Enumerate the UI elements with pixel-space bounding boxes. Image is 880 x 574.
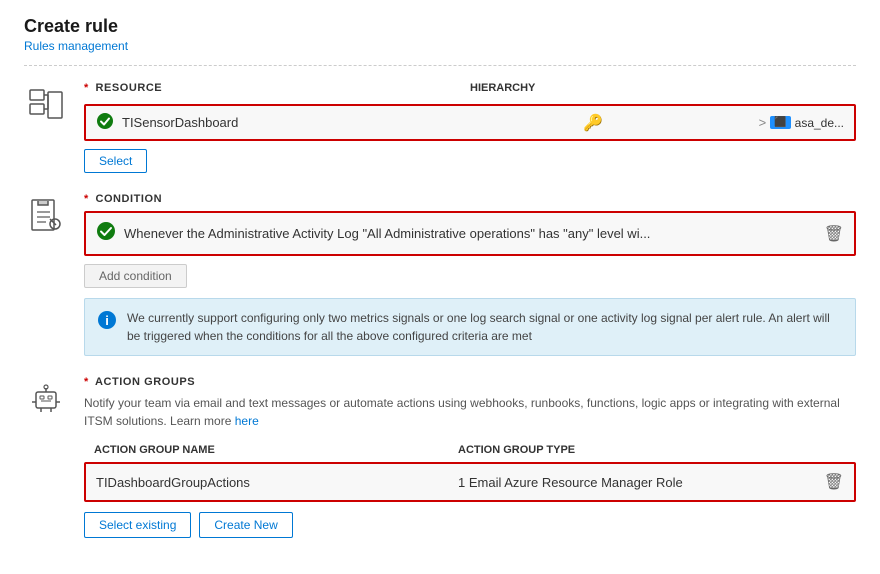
hierarchy-arrow: > bbox=[759, 115, 767, 130]
action-groups-label: * ACTION GROUPS bbox=[84, 376, 856, 388]
hierarchy-node: > ⬛ asa_de... bbox=[759, 115, 844, 130]
svg-text:i: i bbox=[105, 313, 109, 328]
resource-section: * RESOURCE HIERARCHY T bbox=[24, 82, 856, 173]
action-group-row-box: TIDashboardGroupActions 1 Email Azure Re… bbox=[84, 462, 856, 502]
condition-content: * CONDITION Whenever the Administrative … bbox=[84, 193, 856, 356]
condition-section: * CONDITION Whenever the Administrative … bbox=[24, 193, 856, 356]
condition-delete-icon[interactable]: 🗑 bbox=[824, 224, 844, 244]
resource-content: * RESOURCE HIERARCHY T bbox=[84, 82, 856, 173]
ag-type: 1 Email Azure Resource Manager Role bbox=[458, 475, 820, 490]
condition-text: Whenever the Administrative Activity Log… bbox=[124, 226, 824, 241]
action-groups-content: * ACTION GROUPS Notify your team via ema… bbox=[84, 376, 856, 538]
info-icon: i bbox=[97, 310, 117, 335]
select-button[interactable]: Select bbox=[84, 149, 147, 173]
action-groups-icon-area bbox=[24, 380, 68, 416]
ag-delete[interactable]: 🗑 bbox=[820, 472, 844, 492]
resource-row: TISensorDashboard 🔑 > ⬛ asa_de... bbox=[86, 106, 854, 139]
key-icon: 🔑 bbox=[583, 113, 603, 133]
condition-label: * CONDITION bbox=[84, 193, 856, 205]
resource-green-icon bbox=[96, 112, 114, 133]
hierarchy-node-name: asa_de... bbox=[795, 116, 844, 130]
resource-label: * RESOURCE bbox=[84, 82, 470, 94]
condition-check-icon bbox=[96, 221, 116, 246]
resource-name: TISensorDashboard bbox=[122, 115, 427, 130]
create-new-button[interactable]: Create New bbox=[199, 512, 292, 538]
page-title: Create rule bbox=[24, 16, 856, 37]
resource-box: TISensorDashboard 🔑 > ⬛ asa_de... bbox=[84, 104, 856, 141]
learn-more-link[interactable]: here bbox=[235, 414, 259, 428]
hierarchy-icon: ⬛ bbox=[770, 116, 790, 129]
info-text: We currently support configuring only tw… bbox=[127, 309, 843, 345]
ag-name: TIDashboardGroupActions bbox=[96, 475, 458, 490]
action-groups-section: * ACTION GROUPS Notify your team via ema… bbox=[24, 376, 856, 538]
condition-icon-area bbox=[24, 197, 68, 233]
ag-col-type: ACTION GROUP TYPE bbox=[458, 444, 822, 456]
resource-main: TISensorDashboard bbox=[96, 112, 427, 133]
info-box: i We currently support configuring only … bbox=[84, 298, 856, 356]
select-existing-button[interactable]: Select existing bbox=[84, 512, 191, 538]
add-condition-button[interactable]: Add condition bbox=[84, 264, 187, 288]
hierarchy-section: 🔑 bbox=[427, 113, 758, 133]
breadcrumb: Rules management bbox=[24, 39, 856, 53]
hierarchy-label: HIERARCHY bbox=[470, 82, 856, 100]
divider bbox=[24, 65, 856, 66]
ag-delete-icon[interactable]: 🗑 bbox=[824, 474, 844, 491]
ag-btn-row: Select existing Create New bbox=[84, 512, 856, 538]
action-groups-desc: Notify your team via email and text mess… bbox=[84, 394, 856, 430]
ag-table-header: ACTION GROUP NAME ACTION GROUP TYPE bbox=[84, 440, 856, 460]
condition-row: Whenever the Administrative Activity Log… bbox=[86, 213, 854, 254]
action-group-row: TIDashboardGroupActions 1 Email Azure Re… bbox=[86, 464, 854, 500]
resource-icon bbox=[24, 86, 68, 122]
ag-col-name: ACTION GROUP NAME bbox=[94, 444, 458, 456]
condition-box: Whenever the Administrative Activity Log… bbox=[84, 211, 856, 256]
